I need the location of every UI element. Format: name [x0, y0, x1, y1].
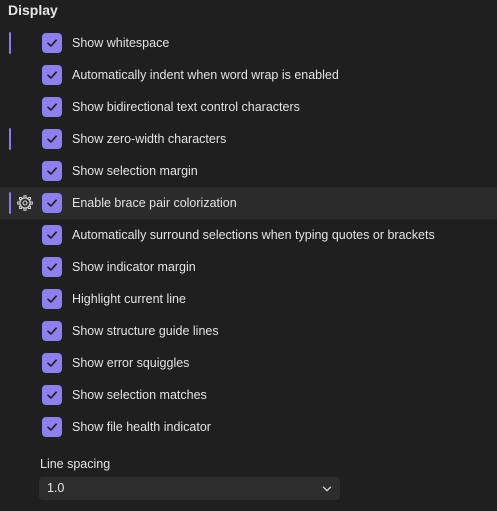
checkmark-icon — [47, 391, 57, 399]
option-label: Show selection matches — [72, 388, 207, 402]
checkbox[interactable] — [42, 321, 62, 341]
checkmark-icon — [47, 103, 57, 111]
option-row[interactable]: Show whitespace — [0, 27, 497, 59]
option-row[interactable]: Show selection margin — [0, 155, 497, 187]
modified-indicator — [9, 128, 11, 150]
option-label: Show zero-width characters — [72, 132, 227, 146]
checkbox[interactable] — [42, 129, 62, 149]
checkmark-icon — [47, 39, 57, 47]
option-row[interactable]: Show error squiggles — [0, 347, 497, 379]
checkbox[interactable] — [42, 97, 62, 117]
option-row[interactable]: Automatically surround selections when t… — [0, 219, 497, 251]
option-row[interactable]: Show indicator margin — [0, 251, 497, 283]
checkbox[interactable] — [42, 65, 62, 85]
modified-indicator — [9, 192, 11, 214]
checkmark-icon — [47, 71, 57, 79]
option-row[interactable]: Show bidirectional text control characte… — [0, 91, 497, 123]
option-row[interactable]: Show structure guide lines — [0, 315, 497, 347]
checkbox[interactable] — [42, 257, 62, 277]
checkbox[interactable] — [42, 417, 62, 437]
checkmark-icon — [47, 359, 57, 367]
option-label: Show file health indicator — [72, 420, 211, 434]
option-label: Automatically indent when word wrap is e… — [72, 68, 339, 82]
checkmark-icon — [47, 327, 57, 335]
checkbox[interactable] — [42, 385, 62, 405]
modified-indicator — [9, 32, 11, 54]
option-label: Show error squiggles — [72, 356, 190, 370]
line-spacing-dropdown[interactable]: 1.0 — [39, 477, 340, 500]
checkmark-icon — [47, 199, 57, 207]
checkmark-icon — [47, 423, 57, 431]
checkmark-icon — [47, 167, 57, 175]
option-row[interactable]: Show zero-width characters — [0, 123, 497, 155]
option-label: Show selection margin — [72, 164, 198, 178]
display-settings-panel: Display Show whitespace Automatically ind… — [0, 0, 497, 511]
option-label: Automatically surround selections when t… — [72, 228, 435, 242]
option-label: Show bidirectional text control characte… — [72, 100, 300, 114]
option-label: Enable brace pair colorization — [72, 196, 237, 210]
option-label: Show indicator margin — [72, 260, 196, 274]
checkbox[interactable] — [42, 353, 62, 373]
checkbox[interactable] — [42, 289, 62, 309]
option-row[interactable]: Highlight current line — [0, 283, 497, 315]
checkbox[interactable] — [42, 161, 62, 181]
checkmark-icon — [47, 231, 57, 239]
gear-icon[interactable] — [16, 194, 34, 212]
line-spacing-label: Line spacing — [40, 457, 111, 471]
checkbox[interactable] — [42, 33, 62, 53]
option-row[interactable]: Show file health indicator — [0, 411, 497, 443]
option-row[interactable]: Enable brace pair colorization — [0, 187, 497, 219]
option-label: Show whitespace — [72, 36, 170, 50]
line-spacing-value: 1.0 — [47, 481, 65, 495]
checkmark-icon — [47, 263, 57, 271]
option-row[interactable]: Show selection matches — [0, 379, 497, 411]
chevron-down-icon — [322, 486, 332, 492]
section-title: Display — [8, 2, 58, 18]
option-label: Show structure guide lines — [72, 324, 219, 338]
checkmark-icon — [47, 135, 57, 143]
option-label: Highlight current line — [72, 292, 186, 306]
option-row[interactable]: Automatically indent when word wrap is e… — [0, 59, 497, 91]
checkbox[interactable] — [42, 225, 62, 245]
checkbox[interactable] — [42, 193, 62, 213]
checkmark-icon — [47, 295, 57, 303]
